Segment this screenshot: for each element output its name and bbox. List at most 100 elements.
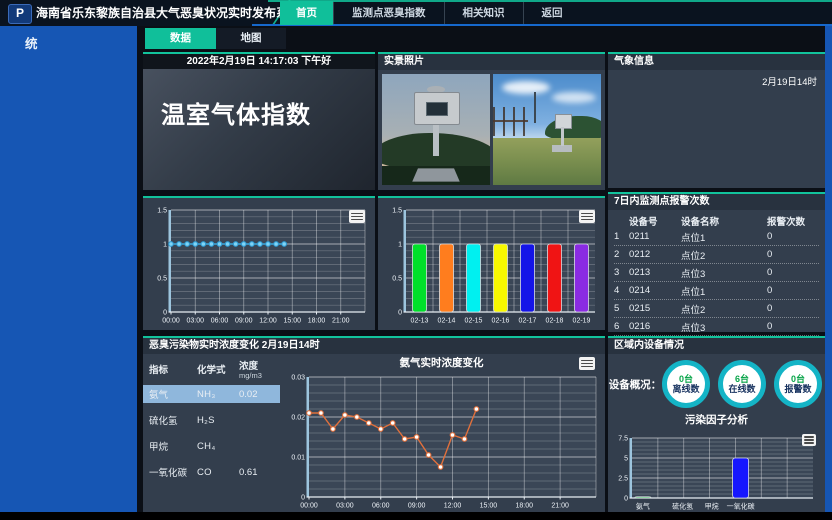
photo2-fence: [493, 107, 525, 136]
odor-panel-header: 恶臭污染物实时浓度变化 2月19日14时: [143, 338, 605, 354]
svg-text:12:00: 12:00: [259, 318, 277, 325]
alarm-table-row: 10211点位10: [614, 228, 819, 246]
svg-text:氨气: 氨气: [636, 502, 650, 511]
svg-text:02-19: 02-19: [573, 318, 591, 325]
svg-text:1.5: 1.5: [392, 208, 402, 215]
weather-panel-header: 气象信息: [608, 54, 825, 70]
app-title: 海南省乐东黎族自治县大气恶臭状况实时发布系: [36, 0, 288, 26]
alarm-table-header: 设备号 设备名称 报警次数: [614, 213, 819, 228]
svg-text:12:00: 12:00: [444, 503, 462, 510]
svg-text:15:00: 15:00: [283, 318, 301, 325]
odor-table: 指标 化学式 浓度mg/m3 氨气NH₃0.02 硫化氢H₂S 甲烷CH₄ 一氧化碳C…: [143, 354, 280, 481]
topbar-nav: 首页监测点恶臭指数相关知识返回: [280, 0, 581, 26]
svg-text:00:00: 00:00: [300, 503, 318, 510]
odor-panel-body: 指标 化学式 浓度mg/m3 氨气NH₃0.02 硫化氢H₂S 甲烷CH₄ 一氧化碳C…: [143, 354, 605, 512]
alarm-col-device-name: 设备名称: [681, 214, 767, 228]
svg-text:5: 5: [624, 456, 628, 463]
tab-map[interactable]: 地图: [216, 28, 286, 49]
chart-menu-icon[interactable]: [802, 434, 816, 446]
greeting-panel: 2022年2月19日 14:17:03 下午好 温室气体指数: [143, 52, 375, 190]
chart-menu-icon[interactable]: [579, 210, 595, 223]
svg-text:0.02: 0.02: [291, 415, 305, 422]
odor-table-body: 氨气NH₃0.02 硫化氢H₂S 甲烷CH₄ 一氧化碳CO0.61: [143, 385, 280, 481]
svg-text:21:00: 21:00: [332, 318, 350, 325]
tab-data[interactable]: 数据: [145, 28, 216, 49]
alarm-col-device-no: 设备号: [629, 214, 681, 228]
nav-item-monitor-odor-index[interactable]: 监测点恶臭指数: [333, 2, 444, 24]
odor-concentration-panel: 恶臭污染物实时浓度变化 2月19日14时 指标 化学式 浓度mg/m3 氨气NH…: [143, 336, 605, 512]
svg-text:00:00: 00:00: [162, 318, 180, 325]
photo2-cloud: [502, 81, 551, 94]
svg-text:0.03: 0.03: [291, 375, 305, 382]
svg-text:18:00: 18:00: [308, 318, 326, 325]
svg-text:15:00: 15:00: [480, 503, 498, 510]
svg-text:甲烷: 甲烷: [705, 502, 719, 511]
devices-panel-header: 区域内设备情况: [608, 338, 825, 354]
nav-item-home[interactable]: 首页: [280, 1, 333, 25]
svg-text:03:00: 03:00: [336, 503, 354, 510]
photo2-cloud: [552, 92, 595, 103]
alarm-table-body: 10211点位1020212点位2030213点位3040214点位105021…: [614, 228, 819, 336]
device-circle-online[interactable]: 6台在线数: [718, 360, 766, 408]
svg-text:0.5: 0.5: [157, 276, 167, 283]
top-bar: P 海南省乐东黎族自治县大气恶臭状况实时发布系 首页监测点恶臭指数相关知识返回: [0, 0, 832, 26]
odor-table-header: 指标 化学式 浓度mg/m3: [143, 358, 280, 379]
device-circle-alarm[interactable]: 0台报警数: [774, 360, 822, 408]
pollution-factor-bar-chart: 02.557.5氨气硫化氢甲烷一氧化碳: [612, 433, 819, 516]
svg-text:0.5: 0.5: [392, 276, 402, 283]
svg-text:0: 0: [398, 310, 402, 317]
svg-text:06:00: 06:00: [211, 318, 229, 325]
device-overview-row: 设备概况： 0台离线数6台在线数0台报警数: [608, 360, 825, 408]
svg-text:09:00: 09:00: [235, 318, 253, 325]
daily-index-bar-chart-panel: 00.511.502-1302-1402-1502-1602-1702-1802…: [378, 196, 605, 330]
odor-table-row[interactable]: 一氧化碳CO0.61: [143, 463, 280, 481]
photo2-pole: [561, 127, 564, 146]
greenhouse-index-line-chart: 00.511.500:0003:0006:0009:0012:0015:0018…: [147, 205, 371, 330]
svg-text:7.5: 7.5: [618, 436, 628, 443]
view-tabs: 数据地图: [145, 28, 286, 49]
nav-item-back[interactable]: 返回: [523, 2, 581, 24]
nav-item-knowledge[interactable]: 相关知识: [444, 2, 523, 24]
chart-menu-icon[interactable]: [349, 210, 365, 223]
photo2-fence-rail: [493, 120, 528, 122]
svg-text:02-17: 02-17: [519, 318, 537, 325]
odor-table-row[interactable]: 甲烷CH₄: [143, 437, 280, 455]
svg-text:0.01: 0.01: [291, 455, 305, 462]
svg-text:0: 0: [301, 495, 305, 502]
pollution-analysis-title: 污染因子分析: [608, 412, 825, 425]
device-status-circles: 0台离线数6台在线数0台报警数: [662, 360, 822, 408]
svg-text:02-14: 02-14: [438, 318, 456, 325]
weather-timestamp: 2月19日14时: [608, 70, 825, 92]
photo1-pole: [433, 123, 439, 156]
device-circle-offline[interactable]: 0台离线数: [662, 360, 710, 408]
chart-menu-icon[interactable]: [579, 357, 595, 370]
odor-col-concentration: 浓度mg/m3: [239, 358, 280, 379]
greenhouse-index-title: 温室气体指数: [143, 69, 375, 130]
photo1-monitor-screen: [426, 102, 448, 116]
svg-text:06:00: 06:00: [372, 503, 390, 510]
odor-table-row[interactable]: 硫化氢H₂S: [143, 411, 280, 429]
svg-text:一氧化碳: 一氧化碳: [727, 502, 755, 511]
photo2-grass-field: [493, 138, 601, 185]
right-edge-strip: [825, 26, 832, 512]
alarm-table-row: 20212点位20: [614, 246, 819, 264]
photo1-pedestal: [412, 168, 460, 181]
svg-text:1: 1: [398, 242, 402, 249]
svg-text:02-16: 02-16: [492, 318, 510, 325]
alarm-count-panel: 7日内监测点报警次数 设备号 设备名称 报警次数 10211点位1020212点…: [608, 192, 825, 332]
alarm-panel-header: 7日内监测点报警次数: [608, 194, 825, 210]
weather-info-panel: 气象信息 2月19日14时: [608, 52, 825, 188]
alarm-table-row: 60216点位30: [614, 318, 819, 336]
svg-text:2.5: 2.5: [618, 476, 628, 483]
site-photo-2[interactable]: [493, 74, 601, 185]
daily-index-bar-chart: 00.511.502-1302-1402-1502-1602-1702-1802…: [382, 205, 601, 330]
photo2-lamp-post: [534, 92, 536, 123]
odor-table-row[interactable]: 氨气NH₃0.02: [143, 385, 280, 403]
site-photo-1[interactable]: [382, 74, 490, 185]
photo1-monitor-box: [414, 92, 459, 125]
svg-text:09:00: 09:00: [408, 503, 426, 510]
alarm-table-row: 30213点位30: [614, 264, 819, 282]
app-logo-icon: P: [8, 4, 32, 24]
svg-text:0: 0: [163, 310, 167, 317]
greenhouse-index-line-chart-panel: 00.511.500:0003:0006:0009:0012:0015:0018…: [143, 196, 375, 330]
